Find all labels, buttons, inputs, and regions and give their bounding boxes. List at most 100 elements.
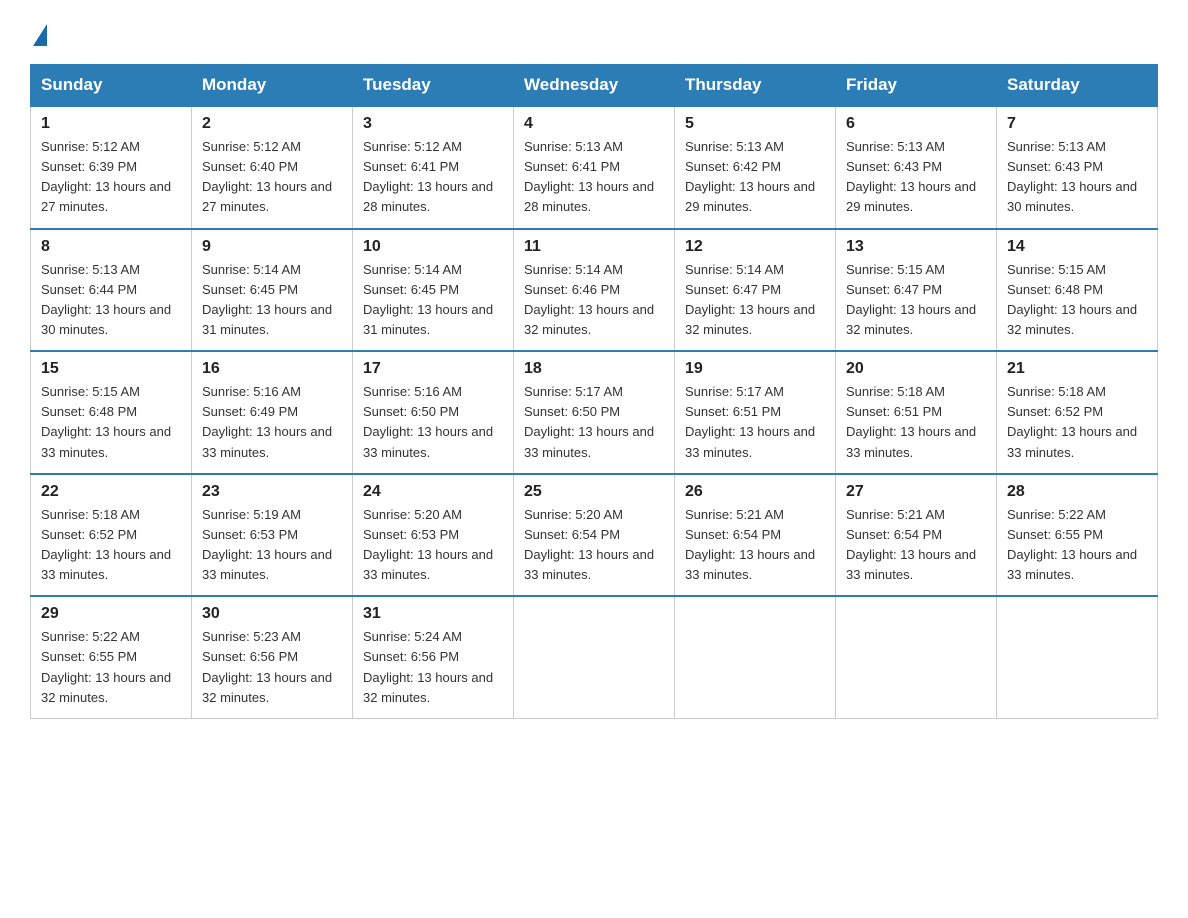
day-info: Sunrise: 5:12 AMSunset: 6:41 PMDaylight:… bbox=[363, 139, 493, 214]
day-info: Sunrise: 5:16 AMSunset: 6:50 PMDaylight:… bbox=[363, 384, 493, 459]
day-number: 25 bbox=[524, 483, 664, 501]
day-number: 18 bbox=[524, 360, 664, 378]
day-number: 23 bbox=[202, 483, 342, 501]
calendar-cell: 3 Sunrise: 5:12 AMSunset: 6:41 PMDayligh… bbox=[353, 106, 514, 229]
calendar-cell: 29 Sunrise: 5:22 AMSunset: 6:55 PMDaylig… bbox=[31, 596, 192, 718]
day-number: 24 bbox=[363, 483, 503, 501]
day-info: Sunrise: 5:19 AMSunset: 6:53 PMDaylight:… bbox=[202, 507, 332, 582]
day-info: Sunrise: 5:13 AMSunset: 6:43 PMDaylight:… bbox=[846, 139, 976, 214]
day-info: Sunrise: 5:17 AMSunset: 6:51 PMDaylight:… bbox=[685, 384, 815, 459]
day-number: 14 bbox=[1007, 238, 1147, 256]
day-info: Sunrise: 5:12 AMSunset: 6:39 PMDaylight:… bbox=[41, 139, 171, 214]
day-info: Sunrise: 5:15 AMSunset: 6:48 PMDaylight:… bbox=[1007, 262, 1137, 337]
day-info: Sunrise: 5:18 AMSunset: 6:52 PMDaylight:… bbox=[41, 507, 171, 582]
calendar-cell: 22 Sunrise: 5:18 AMSunset: 6:52 PMDaylig… bbox=[31, 474, 192, 597]
calendar-cell: 7 Sunrise: 5:13 AMSunset: 6:43 PMDayligh… bbox=[997, 106, 1158, 229]
day-info: Sunrise: 5:24 AMSunset: 6:56 PMDaylight:… bbox=[363, 629, 493, 704]
calendar-cell: 8 Sunrise: 5:13 AMSunset: 6:44 PMDayligh… bbox=[31, 229, 192, 352]
day-number: 8 bbox=[41, 238, 181, 256]
calendar-cell: 18 Sunrise: 5:17 AMSunset: 6:50 PMDaylig… bbox=[514, 351, 675, 474]
day-info: Sunrise: 5:13 AMSunset: 6:41 PMDaylight:… bbox=[524, 139, 654, 214]
calendar-week-row: 29 Sunrise: 5:22 AMSunset: 6:55 PMDaylig… bbox=[31, 596, 1158, 718]
calendar-week-row: 1 Sunrise: 5:12 AMSunset: 6:39 PMDayligh… bbox=[31, 106, 1158, 229]
calendar-cell: 14 Sunrise: 5:15 AMSunset: 6:48 PMDaylig… bbox=[997, 229, 1158, 352]
calendar-week-row: 15 Sunrise: 5:15 AMSunset: 6:48 PMDaylig… bbox=[31, 351, 1158, 474]
day-number: 22 bbox=[41, 483, 181, 501]
calendar-table: SundayMondayTuesdayWednesdayThursdayFrid… bbox=[30, 64, 1158, 719]
calendar-cell bbox=[514, 596, 675, 718]
day-number: 21 bbox=[1007, 360, 1147, 378]
calendar-cell: 2 Sunrise: 5:12 AMSunset: 6:40 PMDayligh… bbox=[192, 106, 353, 229]
day-number: 10 bbox=[363, 238, 503, 256]
column-header-thursday: Thursday bbox=[675, 65, 836, 107]
calendar-cell: 11 Sunrise: 5:14 AMSunset: 6:46 PMDaylig… bbox=[514, 229, 675, 352]
day-info: Sunrise: 5:21 AMSunset: 6:54 PMDaylight:… bbox=[685, 507, 815, 582]
day-number: 30 bbox=[202, 605, 342, 623]
day-number: 2 bbox=[202, 115, 342, 133]
calendar-cell: 4 Sunrise: 5:13 AMSunset: 6:41 PMDayligh… bbox=[514, 106, 675, 229]
calendar-cell: 26 Sunrise: 5:21 AMSunset: 6:54 PMDaylig… bbox=[675, 474, 836, 597]
calendar-cell: 28 Sunrise: 5:22 AMSunset: 6:55 PMDaylig… bbox=[997, 474, 1158, 597]
day-number: 16 bbox=[202, 360, 342, 378]
day-info: Sunrise: 5:13 AMSunset: 6:44 PMDaylight:… bbox=[41, 262, 171, 337]
day-info: Sunrise: 5:18 AMSunset: 6:51 PMDaylight:… bbox=[846, 384, 976, 459]
day-number: 17 bbox=[363, 360, 503, 378]
calendar-cell: 20 Sunrise: 5:18 AMSunset: 6:51 PMDaylig… bbox=[836, 351, 997, 474]
calendar-cell: 6 Sunrise: 5:13 AMSunset: 6:43 PMDayligh… bbox=[836, 106, 997, 229]
page-header bbox=[30, 20, 1158, 46]
column-header-saturday: Saturday bbox=[997, 65, 1158, 107]
calendar-cell bbox=[836, 596, 997, 718]
day-number: 6 bbox=[846, 115, 986, 133]
day-number: 29 bbox=[41, 605, 181, 623]
day-info: Sunrise: 5:14 AMSunset: 6:45 PMDaylight:… bbox=[363, 262, 493, 337]
day-info: Sunrise: 5:21 AMSunset: 6:54 PMDaylight:… bbox=[846, 507, 976, 582]
logo bbox=[30, 20, 47, 46]
day-info: Sunrise: 5:22 AMSunset: 6:55 PMDaylight:… bbox=[1007, 507, 1137, 582]
calendar-header-row: SundayMondayTuesdayWednesdayThursdayFrid… bbox=[31, 65, 1158, 107]
calendar-cell: 25 Sunrise: 5:20 AMSunset: 6:54 PMDaylig… bbox=[514, 474, 675, 597]
day-number: 3 bbox=[363, 115, 503, 133]
calendar-cell: 24 Sunrise: 5:20 AMSunset: 6:53 PMDaylig… bbox=[353, 474, 514, 597]
calendar-cell: 30 Sunrise: 5:23 AMSunset: 6:56 PMDaylig… bbox=[192, 596, 353, 718]
day-info: Sunrise: 5:13 AMSunset: 6:43 PMDaylight:… bbox=[1007, 139, 1137, 214]
day-info: Sunrise: 5:14 AMSunset: 6:46 PMDaylight:… bbox=[524, 262, 654, 337]
day-number: 20 bbox=[846, 360, 986, 378]
calendar-cell: 31 Sunrise: 5:24 AMSunset: 6:56 PMDaylig… bbox=[353, 596, 514, 718]
logo-triangle-icon bbox=[33, 24, 47, 46]
calendar-cell: 1 Sunrise: 5:12 AMSunset: 6:39 PMDayligh… bbox=[31, 106, 192, 229]
column-header-monday: Monday bbox=[192, 65, 353, 107]
calendar-cell: 16 Sunrise: 5:16 AMSunset: 6:49 PMDaylig… bbox=[192, 351, 353, 474]
calendar-cell: 21 Sunrise: 5:18 AMSunset: 6:52 PMDaylig… bbox=[997, 351, 1158, 474]
day-info: Sunrise: 5:13 AMSunset: 6:42 PMDaylight:… bbox=[685, 139, 815, 214]
day-info: Sunrise: 5:16 AMSunset: 6:49 PMDaylight:… bbox=[202, 384, 332, 459]
calendar-cell: 23 Sunrise: 5:19 AMSunset: 6:53 PMDaylig… bbox=[192, 474, 353, 597]
day-info: Sunrise: 5:23 AMSunset: 6:56 PMDaylight:… bbox=[202, 629, 332, 704]
day-number: 19 bbox=[685, 360, 825, 378]
day-info: Sunrise: 5:14 AMSunset: 6:47 PMDaylight:… bbox=[685, 262, 815, 337]
day-number: 26 bbox=[685, 483, 825, 501]
calendar-cell: 5 Sunrise: 5:13 AMSunset: 6:42 PMDayligh… bbox=[675, 106, 836, 229]
day-info: Sunrise: 5:14 AMSunset: 6:45 PMDaylight:… bbox=[202, 262, 332, 337]
calendar-cell: 17 Sunrise: 5:16 AMSunset: 6:50 PMDaylig… bbox=[353, 351, 514, 474]
column-header-tuesday: Tuesday bbox=[353, 65, 514, 107]
day-info: Sunrise: 5:15 AMSunset: 6:47 PMDaylight:… bbox=[846, 262, 976, 337]
day-number: 12 bbox=[685, 238, 825, 256]
calendar-cell: 19 Sunrise: 5:17 AMSunset: 6:51 PMDaylig… bbox=[675, 351, 836, 474]
column-header-wednesday: Wednesday bbox=[514, 65, 675, 107]
day-number: 7 bbox=[1007, 115, 1147, 133]
day-info: Sunrise: 5:20 AMSunset: 6:54 PMDaylight:… bbox=[524, 507, 654, 582]
day-number: 13 bbox=[846, 238, 986, 256]
day-info: Sunrise: 5:22 AMSunset: 6:55 PMDaylight:… bbox=[41, 629, 171, 704]
day-number: 15 bbox=[41, 360, 181, 378]
day-number: 5 bbox=[685, 115, 825, 133]
day-number: 9 bbox=[202, 238, 342, 256]
day-number: 4 bbox=[524, 115, 664, 133]
day-info: Sunrise: 5:15 AMSunset: 6:48 PMDaylight:… bbox=[41, 384, 171, 459]
calendar-cell bbox=[675, 596, 836, 718]
calendar-cell bbox=[997, 596, 1158, 718]
column-header-friday: Friday bbox=[836, 65, 997, 107]
day-info: Sunrise: 5:17 AMSunset: 6:50 PMDaylight:… bbox=[524, 384, 654, 459]
calendar-cell: 9 Sunrise: 5:14 AMSunset: 6:45 PMDayligh… bbox=[192, 229, 353, 352]
calendar-week-row: 8 Sunrise: 5:13 AMSunset: 6:44 PMDayligh… bbox=[31, 229, 1158, 352]
calendar-cell: 10 Sunrise: 5:14 AMSunset: 6:45 PMDaylig… bbox=[353, 229, 514, 352]
